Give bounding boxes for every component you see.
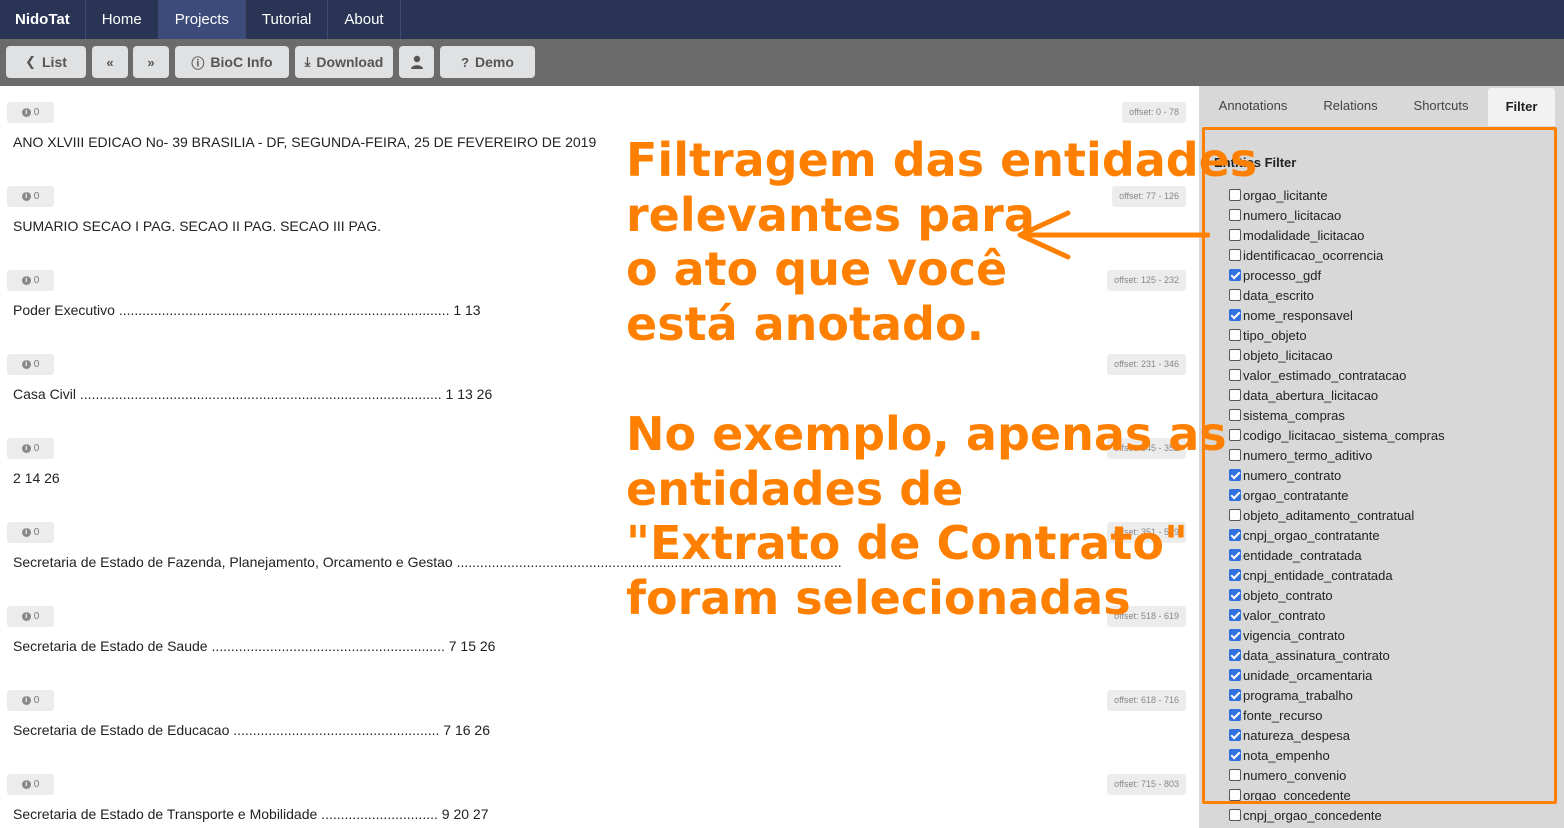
entity-filter-item[interactable]: cnpj_orgao_concedente: [1229, 805, 1382, 825]
chevron-left-icon: ❮: [25, 54, 36, 69]
tab-relations[interactable]: Relations: [1307, 86, 1394, 126]
nav-projects[interactable]: Projects: [158, 0, 246, 39]
info-icon: i: [21, 444, 31, 453]
annotation-callout-bottom: No exemplo, apenas as entidades de "Extr…: [626, 407, 1227, 625]
list-button-label: List: [42, 54, 67, 70]
annotation-count-badge[interactable]: i0: [7, 606, 54, 627]
offset-badge: offset: 715 - 803: [1107, 774, 1186, 795]
info-icon: i: [21, 276, 31, 285]
annotation-count-badge[interactable]: i0: [7, 186, 54, 207]
tab-filter[interactable]: Filter: [1488, 88, 1555, 126]
annotation-count-badge[interactable]: i0: [7, 774, 54, 795]
annotation-count-badge[interactable]: i0: [7, 438, 54, 459]
callout-line: No exemplo, apenas as: [626, 407, 1227, 461]
demo-button[interactable]: ? Demo: [440, 46, 535, 78]
annotation-count-badge[interactable]: i0: [7, 102, 54, 123]
tab-shortcuts[interactable]: Shortcuts: [1402, 86, 1480, 126]
question-icon: ?: [461, 54, 470, 70]
offset-badge: offset: 0 - 78: [1122, 102, 1186, 123]
passage-text[interactable]: Poder Executivo ........................…: [13, 302, 481, 318]
next-document-button[interactable]: »: [133, 46, 169, 78]
passage: i0 offset: 715 - 803 Secretaria de Estad…: [0, 758, 1199, 828]
download-icon: ⤓: [304, 54, 311, 69]
brand-logo[interactable]: NidoTat: [0, 0, 86, 39]
user-button[interactable]: [399, 46, 434, 78]
info-circle-icon: ⓘ: [191, 55, 205, 71]
callout-line: está anotado.: [626, 296, 985, 351]
download-button[interactable]: ⤓ Download: [295, 46, 393, 78]
info-icon: i: [21, 192, 31, 201]
passage-text[interactable]: Secretaria de Estado de Educacao .......…: [13, 722, 490, 738]
info-icon: i: [21, 360, 31, 369]
user-icon: [410, 55, 423, 69]
entity-label: cnpj_orgao_concedente: [1243, 807, 1382, 823]
info-icon: i: [21, 696, 31, 705]
nav-about[interactable]: About: [328, 0, 401, 39]
app-window: NidoTat Home Projects Tutorial About ❮ L…: [0, 0, 1564, 828]
callout-line: entidades de: [626, 461, 964, 516]
demo-label: Demo: [475, 54, 514, 70]
double-chevron-left-icon: «: [106, 54, 114, 70]
top-navbar: NidoTat Home Projects Tutorial About: [0, 0, 1564, 39]
offset-badge: offset: 618 - 716: [1107, 690, 1186, 711]
annotation-count-badge[interactable]: i0: [7, 270, 54, 291]
annotation-count-badge[interactable]: i0: [7, 522, 54, 543]
entity-checkbox[interactable]: [1229, 809, 1241, 821]
nav-tutorial[interactable]: Tutorial: [246, 0, 329, 39]
panel-tabs: Annotations Relations Shortcuts Filter: [1199, 86, 1564, 126]
bioc-info-label: BioC Info: [210, 54, 273, 70]
toolbar: ❮ List « » ⓘ BioC Info ⤓ Download ? Demo: [0, 39, 1564, 86]
offset-badge: offset: 231 - 346: [1107, 354, 1186, 375]
passage-text[interactable]: 2 14 26: [13, 470, 60, 486]
tab-annotations[interactable]: Annotations: [1207, 86, 1299, 126]
previous-document-button[interactable]: «: [92, 46, 128, 78]
passage-text[interactable]: ANO XLVIII EDICAO No- 39 BRASILIA - DF, …: [13, 134, 596, 150]
passage-text[interactable]: Secretaria de Estado de Saude ..........…: [13, 638, 495, 654]
annotation-count-badge[interactable]: i0: [7, 690, 54, 711]
info-icon: i: [21, 108, 31, 117]
annotation-count-badge[interactable]: i0: [7, 354, 54, 375]
passage-text[interactable]: Casa Civil .............................…: [13, 386, 492, 402]
passage-text[interactable]: SUMARIO SECAO I PAG. SECAO II PAG. SECAO…: [13, 218, 381, 234]
info-icon: i: [21, 528, 31, 537]
double-chevron-right-icon: »: [147, 54, 155, 70]
callout-line: Filtragem das entidades: [626, 133, 1258, 187]
callout-line: foram selecionadas: [626, 570, 1131, 625]
list-button[interactable]: ❮ List: [6, 46, 86, 78]
info-icon: i: [21, 612, 31, 621]
bioc-info-button[interactable]: ⓘ BioC Info: [175, 46, 289, 78]
download-label: Download: [316, 54, 384, 70]
nav-home[interactable]: Home: [86, 0, 159, 39]
passage-text[interactable]: Secretaria de Estado de Transporte e Mob…: [13, 806, 488, 822]
passage: i0 offset: 618 - 716 Secretaria de Estad…: [0, 674, 1199, 758]
arrow-left-icon: [1017, 210, 1210, 260]
callout-line: "Extrato de Contrato": [626, 516, 1188, 570]
info-icon: i: [21, 780, 31, 789]
